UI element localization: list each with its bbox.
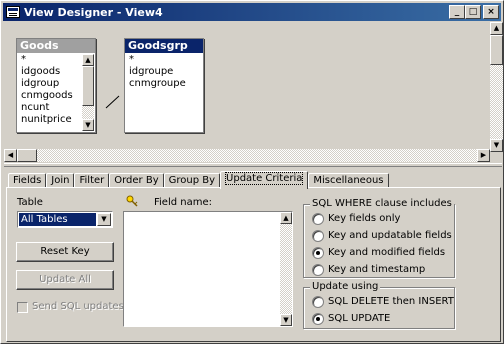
- update-criteria-panel: Table All Tables ▼ Reset Key Update All …: [6, 187, 501, 342]
- pane-splitter[interactable]: [4, 163, 502, 167]
- view-designer-window: View Designer - View4 _ □ × Goods * idgo…: [0, 0, 504, 344]
- title-bar[interactable]: View Designer - View4 _ □ ×: [3, 3, 501, 21]
- radio-label: SQL DELETE then INSERT: [328, 296, 454, 307]
- field-item[interactable]: cnmgoods: [19, 90, 81, 102]
- scroll-down-icon[interactable]: ▼: [490, 139, 503, 152]
- field-list[interactable]: * idgroupe cnmgroupe: [127, 54, 201, 130]
- radio-label: Key fields only: [328, 213, 401, 224]
- scroll-right-icon[interactable]: ▶: [477, 149, 490, 162]
- table-box-goods[interactable]: Goods * idgoods idgroup cnmgoods ncunt n…: [16, 38, 96, 133]
- update-all-button[interactable]: Update All: [16, 270, 114, 290]
- table-box-title[interactable]: Goodsgrp: [125, 39, 203, 53]
- radio-key-and-updatable-fields[interactable]: [312, 230, 324, 242]
- radio-label: Key and modified fields: [328, 247, 446, 258]
- design-area-horizontal-scrollbar[interactable]: ◀ ▶: [4, 149, 490, 162]
- field-item[interactable]: cnmgroupe: [127, 78, 201, 90]
- chevron-down-icon[interactable]: ▼: [97, 213, 111, 226]
- field-item[interactable]: *: [127, 54, 201, 66]
- design-area-vertical-scrollbar[interactable]: ▲ ▼: [490, 22, 503, 152]
- radio-label: Key and updatable fields: [328, 230, 452, 241]
- scroll-up-icon[interactable]: ▲: [82, 54, 94, 66]
- table-box-title[interactable]: Goods: [17, 39, 95, 53]
- table-select-value: All Tables: [19, 213, 96, 226]
- radio-label: SQL UPDATE: [328, 313, 391, 324]
- maximize-button[interactable]: □: [465, 5, 481, 19]
- radio-key-fields-only[interactable]: [312, 213, 324, 225]
- scroll-left-icon[interactable]: ◀: [4, 149, 17, 162]
- where-clause-title: SQL WHERE clause includes: [310, 198, 454, 209]
- send-sql-updates-label: Send SQL updates: [32, 301, 124, 312]
- update-using-group: Update using SQL DELETE then INSERT SQL …: [303, 281, 455, 329]
- scroll-down-icon[interactable]: ▼: [280, 314, 292, 326]
- radio-label: Key and timestamp: [328, 264, 426, 275]
- field-item[interactable]: idgroup: [19, 78, 81, 90]
- close-button[interactable]: ×: [483, 5, 499, 19]
- key-icon: [126, 195, 138, 207]
- radio-key-and-timestamp[interactable]: [312, 264, 324, 276]
- radio-sql-update[interactable]: [312, 313, 324, 325]
- scroll-thumb[interactable]: [490, 35, 503, 65]
- where-clause-group: SQL WHERE clause includes Key fields onl…: [303, 198, 455, 278]
- window-icon: [6, 6, 20, 18]
- table-select[interactable]: All Tables ▼: [17, 211, 113, 228]
- field-item[interactable]: idgoods: [19, 66, 81, 78]
- scroll-up-icon[interactable]: ▲: [280, 212, 292, 224]
- send-sql-updates-checkbox[interactable]: [17, 302, 28, 313]
- scroll-thumb[interactable]: [17, 149, 37, 162]
- radio-sql-delete-then-insert[interactable]: [312, 296, 324, 308]
- field-name-label: Field name:: [154, 197, 212, 208]
- radio-key-and-modified-fields[interactable]: [312, 247, 324, 259]
- field-item[interactable]: nunitprice: [19, 114, 81, 126]
- field-item[interactable]: ncunt: [19, 102, 81, 114]
- minimize-button[interactable]: _: [449, 5, 465, 19]
- reset-key-button[interactable]: Reset Key: [16, 242, 114, 262]
- table-box-goodsgrp[interactable]: Goodsgrp * idgroupe cnmgroupe: [124, 38, 204, 133]
- update-using-title: Update using: [310, 281, 381, 292]
- update-field-list[interactable]: ▲ ▼: [123, 211, 293, 327]
- scroll-down-icon[interactable]: ▼: [82, 119, 94, 131]
- field-item[interactable]: *: [19, 54, 81, 66]
- scroll-thumb[interactable]: [82, 66, 94, 106]
- field-item[interactable]: idgroupe: [127, 66, 201, 78]
- field-list[interactable]: * idgoods idgroup cnmgoods ncunt nunitpr…: [19, 54, 81, 130]
- table-label: Table: [17, 197, 43, 208]
- tab-strip: Fields Join Filter Order By Group By Upd…: [8, 171, 389, 189]
- vertical-scrollbar[interactable]: ▲ ▼: [280, 212, 292, 326]
- join-line[interactable]: [105, 94, 121, 110]
- window-title: View Designer - View4: [24, 5, 163, 19]
- tab-update-criteria[interactable]: Update Criteria: [220, 171, 309, 189]
- table-design-area[interactable]: Goods * idgoods idgroup cnmgoods ncunt n…: [4, 22, 490, 152]
- scroll-up-icon[interactable]: ▲: [490, 22, 503, 35]
- vertical-scrollbar[interactable]: ▲ ▼: [82, 54, 94, 131]
